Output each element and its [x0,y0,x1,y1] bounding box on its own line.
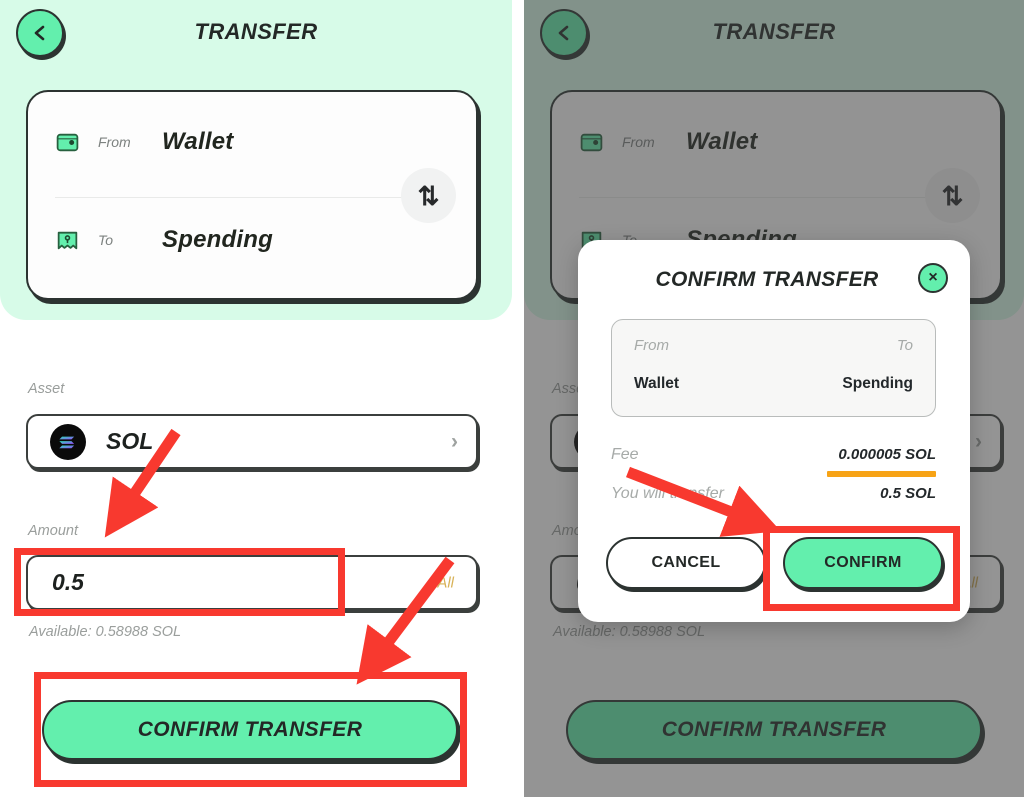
transfer-label: You will transfer [611,485,724,502]
spending-tag-icon [55,228,80,253]
asset-label: Asset [28,381,65,397]
transfer-value: 0.5 SOL [880,485,936,502]
dialog-from-label: From [634,337,669,354]
confirm-transfer-dialog: CONFIRM TRANSFER × From To Wallet Spendi… [578,240,970,622]
left-panel-transfer-form: TRANSFER From Wallet ⇅ To Spending Asset… [0,0,512,797]
dialog-to-value: Spending [842,375,913,392]
amount-label: Amount [28,523,78,539]
dialog-title: CONFIRM TRANSFER [655,268,879,291]
available-balance: Available: 0.58988 SOL [29,624,182,640]
all-button[interactable]: All [437,574,454,591]
wallet-icon [55,130,80,155]
screenshot-root: TRANSFER From Wallet ⇅ To Spending Asset… [0,0,1024,797]
fee-label: Fee [611,446,639,463]
dialog-to-label: To [896,337,913,354]
right-panel-confirm-dialog: TRANSFER From Wallet ⇅ [524,0,1024,797]
fee-value: 0.000005 SOL [838,446,936,463]
amount-field-container: All [26,555,478,610]
close-icon: × [928,269,938,286]
page-title: TRANSFER [194,19,318,44]
cancel-label: CANCEL [651,554,721,571]
close-button[interactable]: × [918,263,948,293]
fee-underline-bar [827,471,936,477]
to-row[interactable]: To Spending [55,226,273,254]
from-row[interactable]: From Wallet [55,128,233,156]
solana-logo-icon [50,423,86,460]
confirm-transfer-button[interactable]: CONFIRM TRANSFER [42,700,458,760]
from-to-summary: From To Wallet Spending [611,319,936,417]
amount-input[interactable] [52,569,352,596]
from-label: From [98,134,131,150]
from-to-card: From Wallet ⇅ To Spending [26,90,478,300]
asset-selector[interactable]: SOL › [26,414,478,469]
to-label: To [98,232,114,248]
confirm-label: CONFIRM [824,554,902,571]
chevron-right-icon: › [451,429,458,453]
confirm-transfer-label: CONFIRM TRANSFER [137,718,363,741]
swap-arrows-icon: ⇅ [417,180,440,211]
confirm-button[interactable]: CONFIRM [783,537,943,589]
divider [55,197,453,198]
swap-direction-button[interactable]: ⇅ [401,168,456,223]
dialog-actions: CANCEL CONFIRM [606,537,943,589]
to-value: Spending [162,226,273,253]
asset-value: SOL [106,428,154,454]
from-value: Wallet [162,128,234,155]
dialog-from-value: Wallet [634,375,680,392]
cancel-button[interactable]: CANCEL [606,537,766,589]
